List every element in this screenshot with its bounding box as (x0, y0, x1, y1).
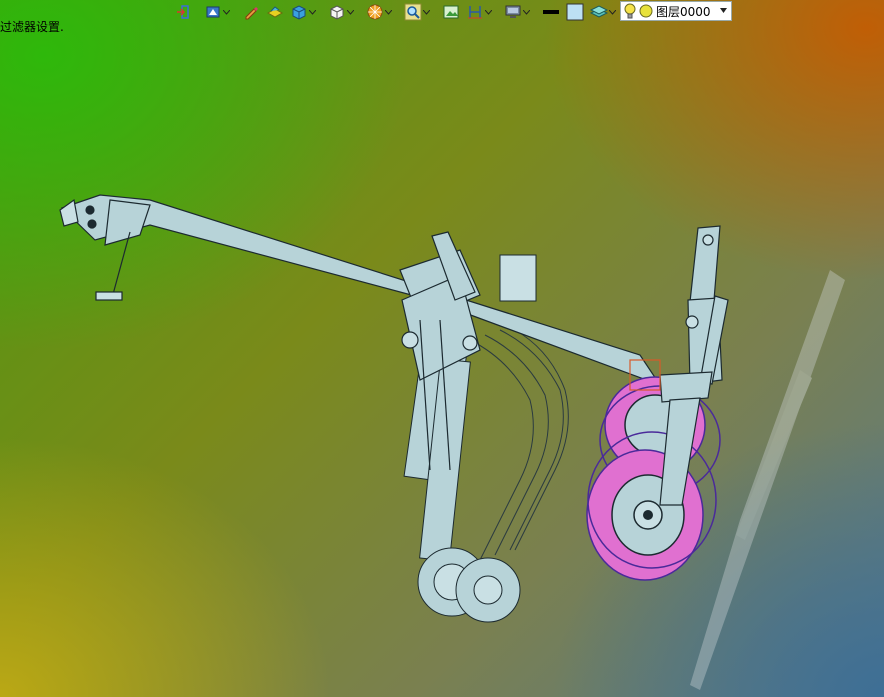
lightbulb-icon[interactable] (624, 3, 636, 19)
current-layer-name: 图层0000 (656, 4, 711, 19)
status-message: 过滤器设置. (0, 20, 64, 34)
layer-dropdown[interactable]: 图层0000 (620, 1, 732, 21)
layer-stack-icon (590, 5, 608, 18)
box-outline-icon (330, 5, 344, 20)
section-plane-button[interactable] (464, 1, 494, 23)
chevron-down-icon[interactable] (385, 9, 392, 15)
chevron-down-icon[interactable] (523, 9, 530, 15)
drawbar-frame (59, 194, 662, 471)
exit-sketch-icon (177, 5, 189, 19)
chevron-down-icon[interactable] (309, 9, 316, 15)
image-frame-button[interactable] (440, 1, 462, 23)
shaded-model-icon (266, 6, 284, 18)
chevron-down-icon[interactable] (423, 9, 430, 15)
fill-color-swatch-icon (566, 3, 584, 21)
zoom-search-button[interactable] (402, 1, 432, 23)
fill-color-button[interactable] (564, 1, 586, 23)
zoom-search-icon (404, 3, 422, 21)
display-mode-icon (206, 6, 220, 18)
view-cube-button[interactable] (288, 1, 318, 23)
monitor-display-icon (505, 5, 521, 18)
chevron-down-icon[interactable] (485, 9, 492, 15)
line-color-swatch-icon (543, 10, 559, 14)
pencil-sketch-button[interactable] (240, 1, 262, 23)
pencil-sketch-icon (245, 7, 258, 20)
appearance-sphere-icon (367, 4, 383, 20)
chevron-down-icon[interactable] (347, 9, 354, 15)
shaded-model-button[interactable] (264, 1, 286, 23)
appearance-sphere-button[interactable] (364, 1, 394, 23)
chevron-down-icon[interactable] (720, 8, 727, 13)
monitor-display-button[interactable] (502, 1, 532, 23)
section-plane-icon (468, 6, 482, 19)
chevron-down-icon[interactable] (609, 9, 616, 15)
line-color-button[interactable] (540, 1, 562, 23)
view-cube-icon (292, 5, 306, 20)
model-viewport[interactable] (0, 0, 884, 697)
transport-wheels (586, 376, 721, 581)
layer-stack-button[interactable] (588, 1, 618, 23)
layer-status-icon[interactable] (639, 4, 653, 18)
image-frame-icon (443, 5, 459, 19)
exit-sketch-button[interactable] (172, 1, 194, 23)
chevron-down-icon[interactable] (223, 9, 230, 15)
display-mode-button[interactable] (202, 1, 232, 23)
view-toolbar (172, 0, 618, 24)
box-outline-button[interactable] (326, 1, 356, 23)
